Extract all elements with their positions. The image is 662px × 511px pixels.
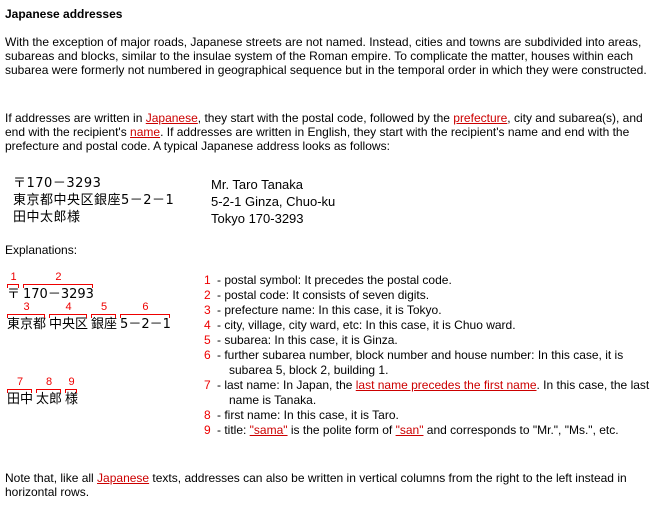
bracket [65, 389, 78, 393]
english-address-example: Mr. Taro Tanaka 5-2-1 Ginza, Chuo-ku Tok… [211, 176, 335, 227]
segment-first-name: 8 太郎 [36, 376, 63, 407]
explanation-item: 1 - postal symbol: It precedes the posta… [204, 273, 660, 288]
explanations-list: 1 - postal symbol: It precedes the posta… [204, 273, 660, 438]
text: If addresses are written in [5, 111, 146, 125]
en-location-line: 5-2-1 Ginza, Chuo-ku [211, 194, 336, 209]
explanation-number: 1 [204, 273, 211, 287]
japanese-address-example: 〒170－3293 東京都中央区銀座5－2－1 田中太郎様 [13, 175, 174, 226]
segment-number: 5 [100, 301, 108, 313]
explanation-item: 4 - city, village, city ward, etc: In th… [204, 318, 660, 333]
bracket [7, 314, 46, 318]
intro-paragraph: With the exception of major roads, Japan… [5, 35, 647, 77]
segment-number: 3 [23, 301, 30, 313]
explanation-text: - prefecture name: In this case, it is T… [217, 303, 442, 317]
segment-text: 5－2－1 [120, 317, 171, 332]
segment-subarea: 5 銀座 [91, 301, 118, 332]
diagram-postal-row: 1 〒 2 170－3293 [7, 271, 94, 302]
explanation-item: 2 - postal code: It consists of seven di… [204, 288, 660, 303]
explanation-item: 5 - subarea: In this case, it is Ginza. [204, 333, 660, 348]
explanation-number: 4 [204, 318, 211, 332]
explanation-text: - last name: In Japan, the last name pre… [217, 378, 660, 408]
segment-number: 4 [65, 301, 72, 313]
segment-text: 太郎 [36, 392, 63, 407]
jp-name-line: 田中太郎様 [13, 210, 81, 225]
explanation-text: - postal symbol: It precedes the postal … [217, 273, 452, 287]
segment-text: 〒 [7, 287, 21, 302]
segment-text: 様 [65, 392, 79, 407]
text: is the polite form of [287, 423, 396, 437]
en-name-line: Mr. Taro Tanaka [211, 177, 304, 192]
japanese-link[interactable]: Japanese [146, 111, 198, 125]
segment-last-name: 7 田中 [7, 376, 34, 407]
segment-text: 銀座 [91, 317, 118, 332]
explanation-text: - further subarea number, block number a… [217, 348, 624, 377]
explanation-item: 8 - first name: In this case, it is Taro… [204, 408, 660, 423]
segment-title: 9様 [65, 376, 79, 407]
explanation-number: 3 [204, 303, 211, 317]
bracket [120, 314, 170, 318]
address-order-paragraph: If addresses are written in Japanese, th… [5, 111, 660, 153]
segment-city: 4 中央区 [49, 301, 89, 332]
explanation-item: 9 - title: "sama" is the polite form of … [204, 423, 660, 438]
bracket [7, 284, 20, 288]
segment-postal-code: 2 170－3293 [23, 271, 94, 302]
last-name-order-link[interactable]: last name precedes the first name [356, 378, 537, 392]
text: - last name: In Japan, the [217, 378, 356, 392]
segment-text: 田中 [7, 392, 34, 407]
jp-location-line: 東京都中央区銀座5－2－1 [13, 193, 175, 208]
explanation-text: - city, village, city ward, etc: In this… [217, 318, 516, 332]
segment-text: 中央区 [49, 317, 89, 332]
explanation-number: 8 [204, 408, 211, 422]
explanation-number: 9 [204, 423, 211, 437]
diagram-name-row: 7 田中 8 太郎 9 様 [7, 376, 79, 407]
diagram-location-row: 3 東京都 4 中央区 5 銀座 6 5－2－1 [7, 301, 171, 332]
en-postal-line: Tokyo 170-3293 [211, 211, 304, 226]
explanation-item: 3 - prefecture name: In this case, it is… [204, 303, 660, 318]
page-title: Japanese addresses [5, 7, 123, 21]
bracket [36, 389, 62, 393]
san-link[interactable]: "san" [396, 423, 424, 437]
jp-postal-line: 〒170－3293 [13, 176, 102, 191]
segment-number: 8 [45, 376, 53, 388]
note-paragraph: Note that, like all Japanese texts, addr… [5, 471, 660, 499]
text: Note that, like all [5, 471, 98, 485]
explanation-number: 6 [204, 348, 211, 362]
segment-number: 1 [10, 271, 17, 283]
segment-number: 7 [16, 376, 24, 388]
prefecture-link[interactable]: prefecture [453, 111, 507, 125]
explanation-number: 7 [204, 378, 211, 392]
segment-prefecture: 3 東京都 [7, 301, 47, 332]
bracket [23, 284, 93, 288]
segment-text: 東京都 [7, 317, 47, 332]
explanation-text: - title: "sama" is the polite form of "s… [217, 423, 660, 438]
explanation-item: 6 - further subarea number, block number… [204, 348, 660, 378]
japanese-link[interactable]: Japanese [97, 471, 149, 485]
explanations-label: Explanations: [5, 243, 78, 257]
explanation-text: - first name: In this case, it is Taro. [217, 408, 399, 422]
text: - title: [217, 423, 250, 437]
segment-block-number: 6 5－2－1 [120, 301, 171, 332]
segment-number: 2 [55, 271, 62, 283]
bracket [49, 314, 88, 318]
explanation-number: 5 [204, 333, 211, 347]
bracket [91, 314, 117, 318]
bracket [7, 389, 33, 393]
sama-link[interactable]: "sama" [250, 423, 288, 437]
text: , they start with the postal code, follo… [197, 111, 454, 125]
name-link[interactable]: name [130, 125, 160, 139]
explanation-text: - postal code: It consists of seven digi… [217, 288, 430, 302]
explanation-number: 2 [204, 288, 211, 302]
segment-postal-symbol: 1 〒 [7, 271, 21, 302]
segment-text: 170－3293 [23, 287, 94, 302]
segment-number: 6 [142, 301, 149, 313]
text: and corresponds to "Mr.", "Ms.", etc. [423, 423, 619, 437]
explanation-item: 7 - last name: In Japan, the last name p… [204, 378, 660, 408]
segment-number: 9 [68, 376, 75, 388]
explanation-text: - subarea: In this case, it is Ginza. [217, 333, 398, 347]
